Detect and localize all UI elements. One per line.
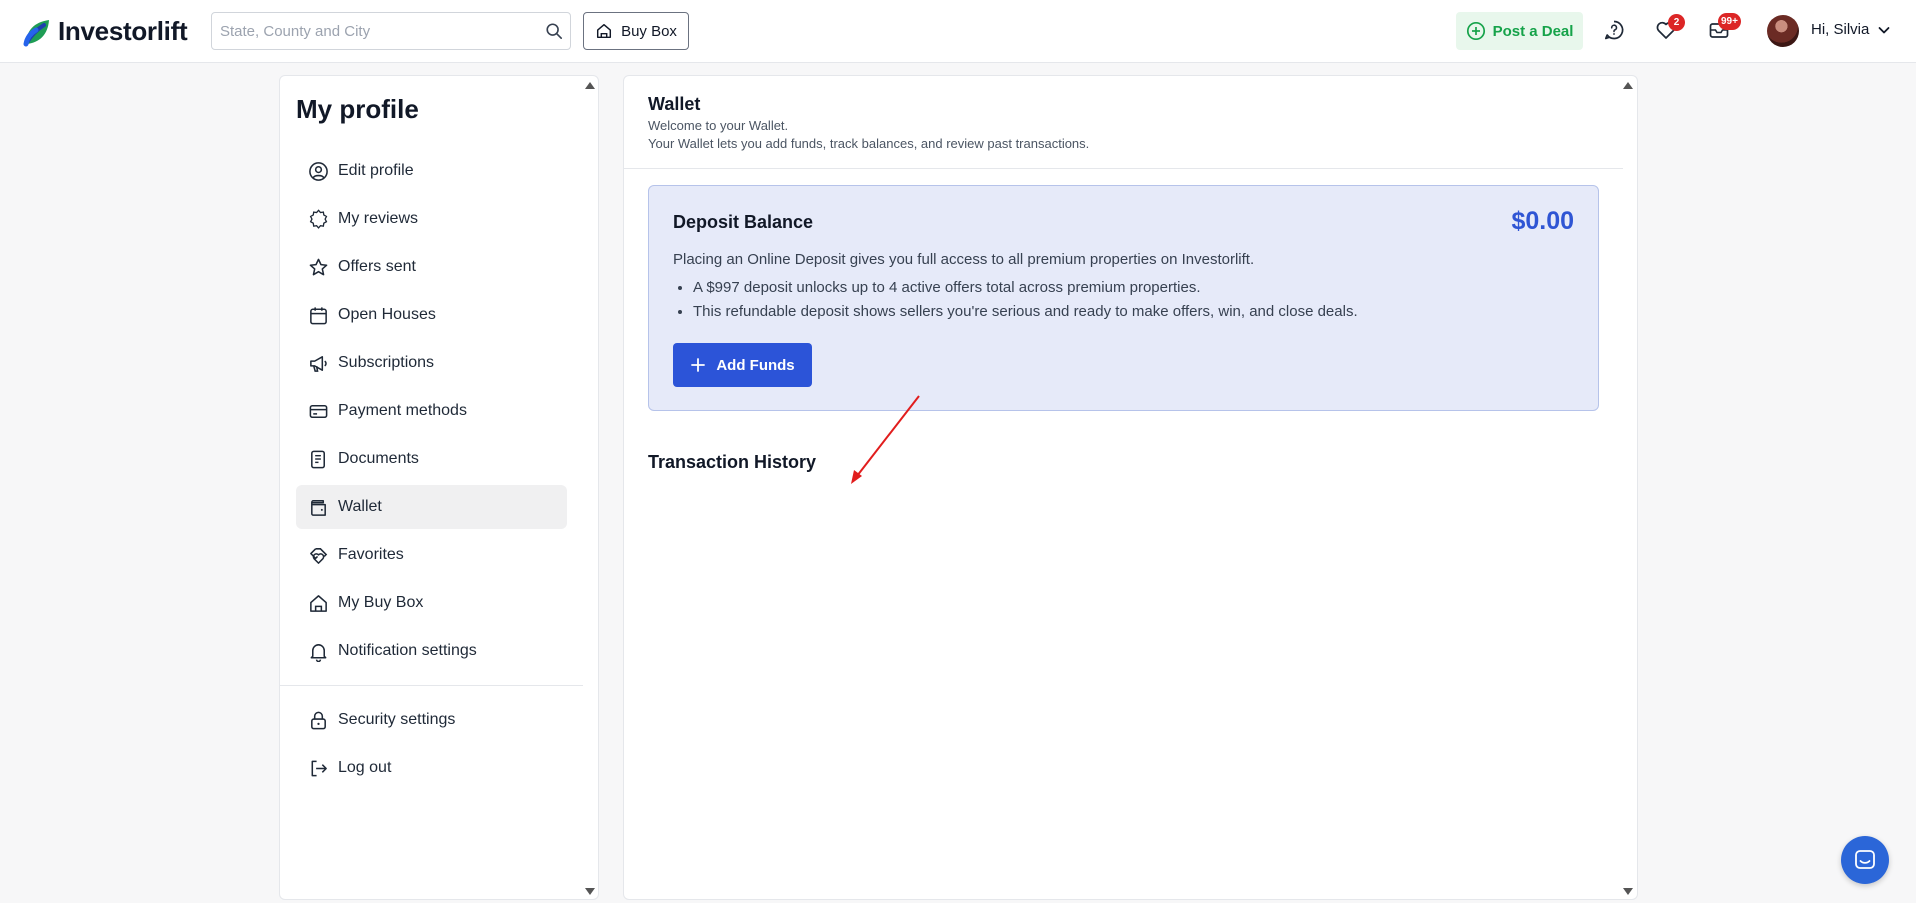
buy-box-label: Buy Box — [621, 22, 677, 40]
main-scroll-up[interactable] — [1623, 82, 1633, 89]
sidebar-item-label: Payment methods — [338, 402, 467, 419]
annotation-arrow — [845, 393, 925, 487]
chat-bubble-icon — [1853, 848, 1877, 872]
sidebar-item-label: Favorites — [338, 546, 404, 563]
sidebar-scroll-up[interactable] — [585, 82, 595, 89]
deposit-amount: $0.00 — [1511, 207, 1574, 235]
header-divider — [624, 168, 1623, 169]
credit-card-icon — [308, 401, 329, 422]
search-input[interactable] — [212, 13, 532, 49]
logout-icon — [308, 758, 329, 779]
chevron-down-icon — [1877, 23, 1891, 37]
sidebar-item-wallet[interactable]: Wallet — [296, 485, 567, 529]
badge-star-icon — [308, 208, 329, 230]
favorites-badge: 2 — [1668, 14, 1685, 31]
sidebar-item-log-out[interactable]: Log out — [296, 746, 567, 790]
add-funds-button[interactable]: Add Funds — [673, 343, 812, 387]
add-funds-label: Add Funds — [716, 356, 795, 374]
sidebar-item-my-buy-box[interactable]: My Buy Box — [296, 581, 567, 625]
sidebar-item-my-reviews[interactable]: My reviews — [296, 197, 567, 241]
home-icon — [595, 22, 613, 40]
favorites-icon — [308, 545, 329, 566]
bell-icon — [308, 641, 329, 662]
chat-help-icon[interactable] — [1603, 19, 1627, 43]
page-title: Wallet — [648, 94, 701, 114]
deposit-bullets: A $997 deposit unlocks up to 4 active of… — [693, 279, 1358, 327]
leaf-logo-icon — [22, 17, 52, 47]
sidebar-item-payment-methods[interactable]: Payment methods — [296, 389, 567, 433]
user-circle-icon — [308, 161, 329, 182]
calendar-icon — [308, 305, 329, 326]
sidebar-item-label: Wallet — [338, 498, 382, 515]
transaction-history-title: Transaction History — [648, 452, 817, 472]
sidebar-item-open-houses[interactable]: Open Houses — [296, 293, 567, 337]
sidebar-item-label: My reviews — [338, 210, 419, 227]
deposit-balance-card: Deposit Balance $0.00 Placing an Online … — [648, 185, 1599, 411]
sidebar-divider — [280, 685, 583, 686]
sidebar-item-label: Notification settings — [338, 642, 477, 659]
megaphone-icon — [308, 353, 329, 374]
list-item: This refundable deposit shows sellers yo… — [693, 303, 1358, 327]
chat-launcher-button[interactable] — [1841, 836, 1889, 884]
plus-icon — [690, 357, 706, 373]
sidebar-item-subscriptions[interactable]: Subscriptions — [296, 341, 567, 385]
list-item: A $997 deposit unlocks up to 4 active of… — [693, 279, 1358, 303]
buy-box-button[interactable]: Buy Box — [583, 12, 689, 50]
sidebar-item-favorites[interactable]: Favorites — [296, 533, 567, 577]
sidebar-item-label: Open Houses — [338, 306, 436, 323]
sidebar-item-security-settings[interactable]: Security settings — [296, 698, 567, 742]
sidebar-item-edit-profile[interactable]: Edit profile — [296, 149, 567, 193]
documents-icon — [308, 449, 329, 470]
wallet-icon — [308, 497, 329, 518]
sidebar-item-label: My Buy Box — [338, 594, 424, 611]
sidebar-item-label: Offers sent — [338, 258, 416, 275]
page-subtitle-welcome: Welcome to your Wallet. — [648, 118, 789, 133]
sidebar-title: My profile — [296, 94, 419, 124]
star-icon — [308, 257, 329, 278]
brand-name: Investorlift — [58, 16, 188, 46]
page-subtitle-description: Your Wallet lets you add funds, track ba… — [648, 136, 1090, 151]
sidebar-item-documents[interactable]: Documents — [296, 437, 567, 481]
avatar[interactable] — [1767, 15, 1799, 47]
sidebar-item-label: Subscriptions — [338, 354, 435, 371]
sidebar-item-label: Security settings — [338, 711, 456, 728]
lock-icon — [308, 710, 329, 731]
post-deal-button[interactable]: Post a Deal — [1456, 12, 1583, 50]
sidebar-item-offers-sent[interactable]: Offers sent — [296, 245, 567, 289]
home-icon — [308, 593, 329, 614]
top-header: Investorlift Buy Box Post a Deal 2 99+ H… — [0, 0, 1916, 63]
search-icon[interactable] — [545, 22, 563, 40]
main-scroll-down[interactable] — [1623, 888, 1633, 895]
post-deal-label: Post a Deal — [1492, 22, 1574, 40]
user-greeting: Hi, Silvia — [1811, 21, 1870, 38]
messages-badge: 99+ — [1718, 13, 1741, 30]
sidebar-item-label: Edit profile — [338, 162, 414, 179]
sidebar-item-notification-settings[interactable]: Notification settings — [296, 629, 567, 673]
sidebar-item-label: Documents — [338, 450, 419, 467]
sidebar-item-label: Log out — [338, 759, 392, 776]
profile-sidebar: My profile Edit profile My reviews Offer… — [279, 75, 599, 900]
plus-circle-icon — [1466, 21, 1486, 41]
search-box — [211, 12, 571, 50]
deposit-description: Placing an Online Deposit gives you full… — [673, 251, 1255, 268]
sidebar-scroll-down[interactable] — [585, 888, 595, 895]
deposit-title: Deposit Balance — [673, 212, 814, 232]
wallet-panel: Wallet Welcome to your Wallet. Your Wall… — [623, 75, 1638, 900]
user-menu[interactable]: Hi, Silvia — [1811, 21, 1891, 38]
brand-logo[interactable]: Investorlift — [22, 16, 188, 47]
